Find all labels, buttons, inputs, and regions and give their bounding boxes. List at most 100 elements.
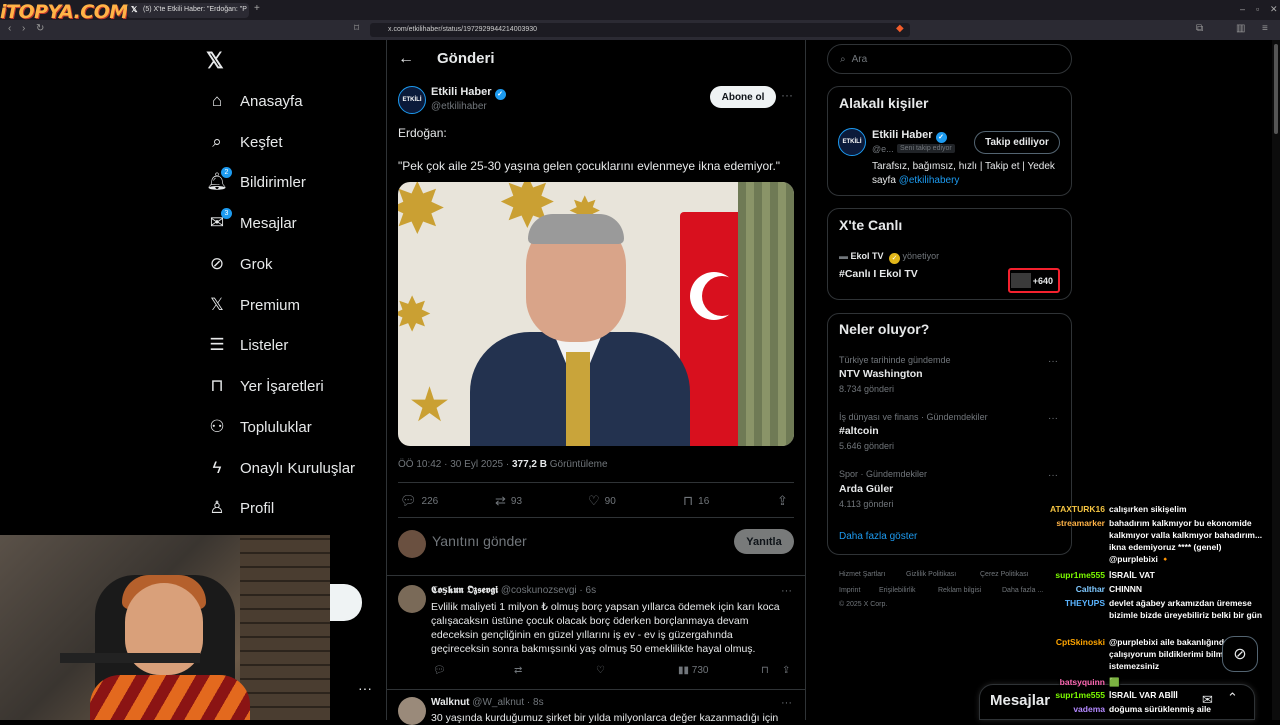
share-icon: ⇪ [777, 493, 788, 508]
minimize-icon[interactable]: – [1240, 4, 1245, 14]
comment-more-icon[interactable]: ··· [781, 697, 792, 709]
bookmark-page-icon[interactable]: ⌑ [354, 23, 359, 34]
repost-icon: ⇄ [495, 493, 506, 508]
live-listeners[interactable]: +640 [1008, 268, 1060, 293]
lightning-icon: ϟ [212, 458, 222, 477]
close-window-icon[interactable]: ✕ [1270, 4, 1278, 15]
scrollbar[interactable] [1272, 40, 1280, 720]
post-image[interactable]: ✸ ✸ ✸ ✸ ★ [398, 182, 794, 446]
chat-message: batsyquinn 🟩 [1059, 677, 1120, 687]
divider [398, 517, 794, 518]
nav-profile[interactable]: ♙ Profil [206, 491, 274, 525]
nav-communities[interactable]: ⚇ Topluluklar [206, 410, 311, 444]
extensions-icon[interactable]: ⧉ [1196, 23, 1203, 34]
like-action[interactable]: ♡ 90 [588, 493, 616, 509]
footer-link[interactable]: Gizlilik Politikası [906, 571, 956, 578]
footer-link[interactable]: Erişilebilirlik [879, 587, 916, 594]
messages-badge: 3 [221, 208, 232, 219]
trend-name[interactable]: #altcoin [839, 425, 879, 437]
related-handle[interactable]: @e... [872, 144, 894, 154]
related-name[interactable]: Etkili Haber ✓ [872, 129, 947, 143]
comment-avatar[interactable] [398, 585, 426, 613]
comment-more-icon[interactable]: ··· [781, 585, 792, 597]
maximize-icon[interactable]: ▫ [1256, 4, 1259, 14]
reply-action[interactable]: 💬︎ 226 [400, 493, 438, 509]
comment-avatar[interactable] [398, 697, 426, 725]
trend-more-icon[interactable]: ··· [1048, 470, 1058, 481]
trend-name[interactable]: Arda Güler [839, 483, 893, 495]
reply-button[interactable]: Yanıtla [734, 529, 794, 554]
reply-input[interactable]: Yanıtını gönder [432, 533, 527, 549]
search-input[interactable]: ⌕ Ara [827, 44, 1072, 74]
subscribe-button[interactable]: Abone ol [710, 86, 776, 108]
x-logo-icon[interactable]: 𝕏 [206, 48, 224, 74]
trend-more-icon[interactable]: ··· [1048, 413, 1058, 424]
divider [387, 689, 805, 690]
trend-context: Spor · Gündemdekiler [839, 469, 928, 479]
nav-home[interactable]: ⌂ Anasayfa [206, 84, 303, 118]
author-name[interactable]: Etkili Haber ✓ [431, 86, 506, 100]
sidebar-icon[interactable]: ▥ [1236, 23, 1245, 34]
nav-lists[interactable]: ☰ Listeler [206, 328, 288, 362]
footer-link[interactable]: Çerez Politikası [980, 571, 1029, 578]
heart-icon: ♡ [588, 493, 600, 508]
nav-grok[interactable]: ⊘ Grok [206, 247, 273, 281]
nav-premium[interactable]: 𝕏 Premium [206, 288, 300, 322]
back-arrow-icon[interactable]: ← [398, 50, 414, 68]
author-handle[interactable]: @etkilihaber [431, 101, 487, 112]
following-button[interactable]: Takip ediliyor [974, 131, 1060, 154]
related-avatar[interactable]: ETKİLİ [838, 128, 866, 156]
footer-link[interactable]: Reklam bilgisi [938, 587, 981, 594]
comment-repost-icon[interactable]: ⇄ [514, 665, 522, 676]
comment-share-icon[interactable]: ⇪ [782, 665, 790, 676]
related-bio: Tarafsız, bağımsız, hızlı | Takip et | Y… [872, 161, 1055, 186]
post-more-icon[interactable]: ··· [781, 88, 793, 102]
nav-messages[interactable]: ✉ 3 Mesajlar [206, 206, 297, 240]
nav-bookmarks[interactable]: ⊓ Yer İşaretleri [206, 369, 323, 403]
bookmark-action[interactable]: ⊓ 16 [683, 493, 709, 509]
my-avatar [398, 530, 426, 558]
grok-fab-icon[interactable]: ⊘ [1222, 636, 1258, 672]
nav-notifications[interactable]: 🔔︎ 2 Bildirimler [206, 165, 306, 199]
page-title: Gönderi [437, 50, 495, 67]
copyright: © 2025 X Corp. [839, 601, 888, 608]
brave-shield-icon[interactable]: ◆ [896, 23, 904, 34]
live-host[interactable]: ▬ Ekol TV ✓ yönetiyor [839, 251, 939, 264]
new-tab-button[interactable]: + [254, 3, 260, 14]
show-more-link[interactable]: Daha fazla göster [839, 531, 917, 542]
repost-action[interactable]: ⇄ 93 [495, 493, 522, 509]
menu-icon[interactable]: ≡ [1262, 23, 1268, 34]
live-name[interactable]: #Canlı I Ekol TV [839, 268, 918, 280]
trend-name[interactable]: NTV Washington [839, 368, 923, 380]
back-nav-icon[interactable]: ‹ [8, 23, 11, 34]
comment-bookmark-icon[interactable]: ⊓ [761, 665, 769, 676]
trend-context: İş dünyası ve finans · Gündemdekiler [839, 412, 988, 422]
share-action[interactable]: ⇪ [777, 493, 788, 509]
bell-icon: 🔔︎ 2 [206, 167, 232, 193]
scrollbar-thumb[interactable] [1274, 44, 1278, 134]
comment-like-icon[interactable]: ♡ [596, 665, 605, 676]
comment-reply-icon[interactable]: 💬︎ [433, 665, 446, 676]
chat-message: Calthar CHINNN [1075, 584, 1143, 594]
post-text-quote: "Pek çok aile 25-30 yaşına gelen çocukla… [398, 159, 781, 173]
post-button[interactable] [330, 584, 362, 621]
reload-icon[interactable]: ↻ [36, 23, 44, 34]
account-more-icon[interactable]: ··· [358, 680, 372, 696]
verified-badge-icon: ✓ [494, 89, 506, 100]
footer-link[interactable]: Hizmet Şartları [839, 571, 885, 578]
home-icon: ⌂ [211, 91, 223, 110]
browser-tab[interactable]: 𝕏 (5) X'te Etkili Haber: "Erdoğan: "P [127, 3, 249, 18]
trend-more-icon[interactable]: ··· [1048, 356, 1058, 367]
author-avatar[interactable]: ETKİLİ [398, 86, 426, 114]
comment-views[interactable]: ▮▮ 730 [678, 665, 708, 676]
live-title: X'te Canlı [839, 217, 903, 233]
url-bar[interactable]: x.com/etkilihaber/status/197292994421400… [370, 23, 910, 37]
footer-link[interactable]: Imprint [839, 587, 860, 594]
comment-header[interactable]: Walknut @W_alknut · 8s [431, 697, 544, 708]
nav-explore[interactable]: ⌕ Keşfet [206, 125, 282, 159]
nav-verified-orgs[interactable]: ϟ Onaylı Kuruluşlar [206, 451, 356, 485]
bio-link[interactable]: @etkilihabery [899, 175, 960, 186]
comment-header[interactable]: 𝕮𝖔ş𝖐𝖚𝖓 𝕺𝖟𝖘𝖊𝖛𝖌𝖎 @coskunozsevgi · 6s [431, 585, 596, 596]
x-favicon-icon: 𝕏 [131, 5, 138, 14]
forward-nav-icon[interactable]: › [22, 23, 25, 34]
